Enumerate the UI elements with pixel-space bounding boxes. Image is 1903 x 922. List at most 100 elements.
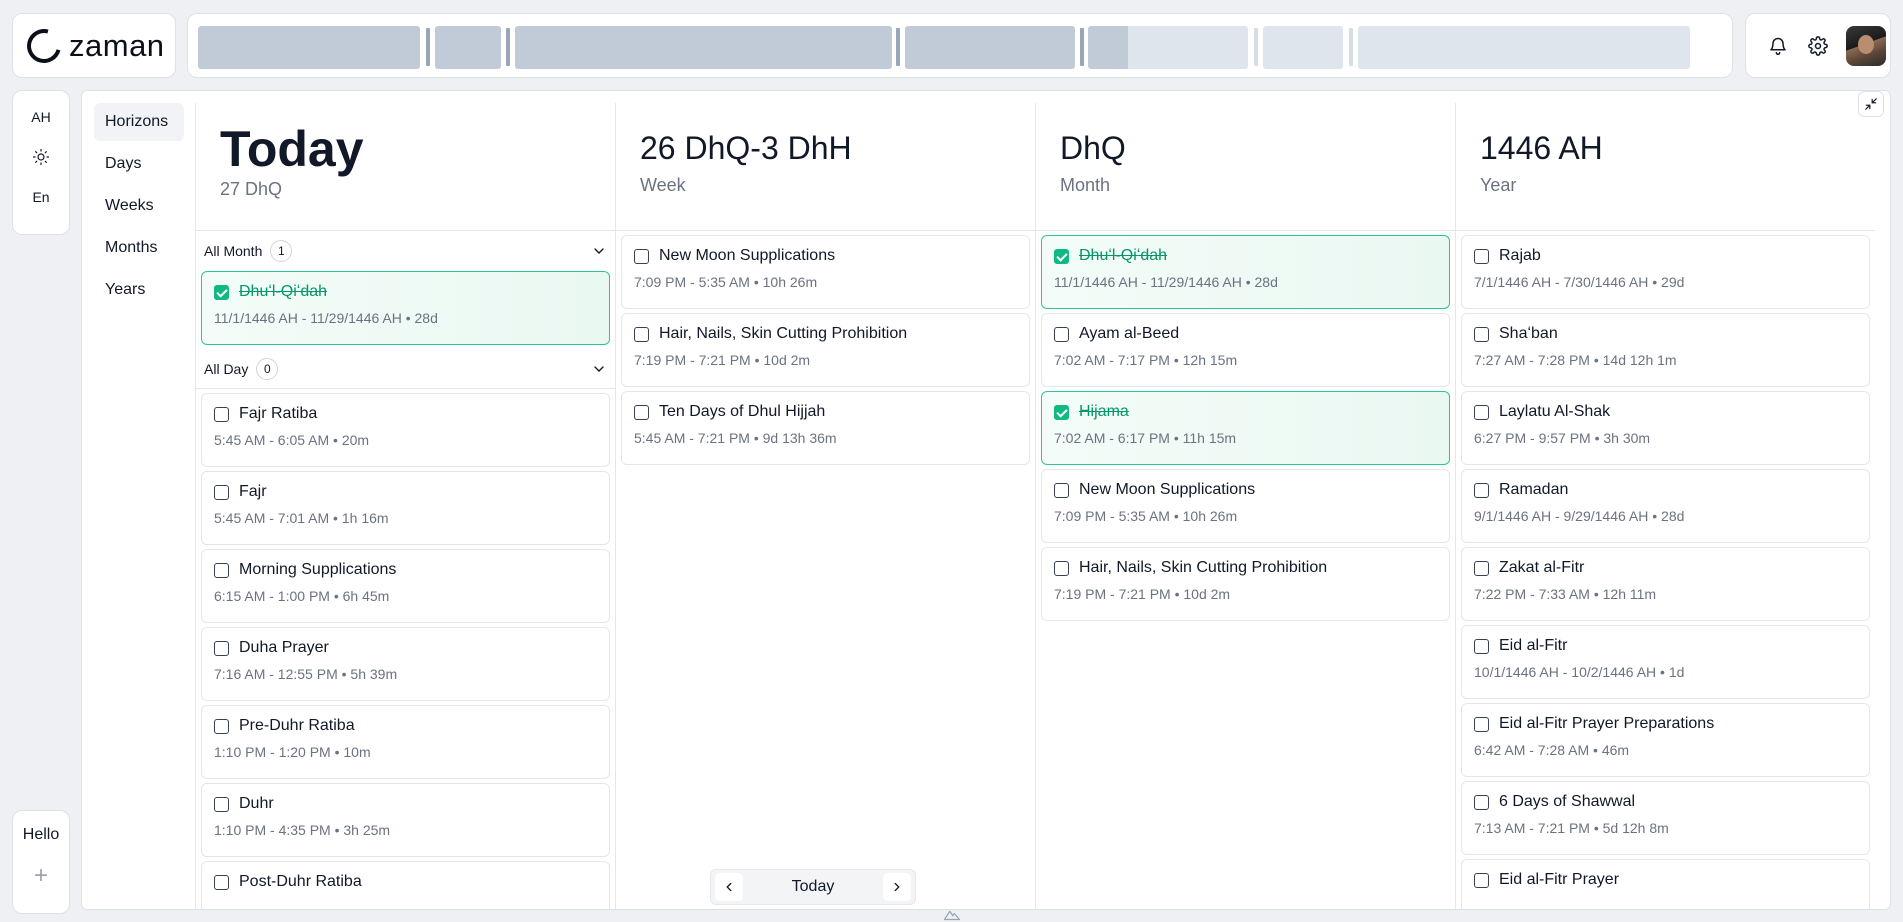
event-checkbox[interactable]	[214, 484, 229, 500]
event-card[interactable]: Hair, Nails, Skin Cutting Prohibition 7:1…	[621, 313, 1030, 387]
timeline-segment[interactable]	[1358, 26, 1690, 69]
event-card[interactable]: New Moon Supplications 7:09 PM - 5:35 AM …	[621, 235, 1030, 309]
event-title: Laylatu Al-Shak	[1499, 403, 1611, 420]
today-title: Today	[220, 121, 364, 177]
header-actions	[1745, 13, 1891, 78]
event-card[interactable]: Morning Supplications 6:15 AM - 1:00 PM •…	[201, 549, 610, 623]
language-toggle[interactable]: En	[32, 185, 49, 209]
event-title: Hijama	[1079, 403, 1129, 420]
event-title: Pre-Duhr Ratiba	[239, 717, 355, 734]
gear-icon[interactable]	[1806, 34, 1830, 58]
nav-item-weeks[interactable]: Weeks	[94, 187, 184, 225]
event-meta: 7:09 PM - 5:35 AM • 10h 26m	[1054, 508, 1238, 524]
event-card[interactable]: Fajr 5:45 AM - 7:01 AM • 1h 16m	[201, 471, 610, 545]
app-logo[interactable]: zaman	[12, 13, 176, 78]
bell-icon[interactable]	[1766, 34, 1790, 58]
chevron-right-icon[interactable]	[882, 873, 911, 901]
chevron-down-icon[interactable]	[591, 361, 607, 377]
event-card[interactable]: Dhuʻl-Qiʻdah 11/1/1446 AH - 11/29/1446 AH…	[1041, 235, 1450, 309]
timeline-segment[interactable]	[435, 26, 501, 69]
event-checkbox[interactable]	[214, 874, 229, 890]
event-card[interactable]: Duhr 1:10 PM - 4:35 PM • 3h 25m	[201, 783, 610, 857]
event-checkbox[interactable]	[634, 248, 649, 264]
timeline-segment[interactable]	[1263, 26, 1343, 69]
event-checkbox[interactable]	[1474, 248, 1489, 264]
event-card[interactable]: Rajab 7/1/1446 AH - 7/30/1446 AH • 29d	[1461, 235, 1870, 309]
event-checkbox[interactable]	[1474, 638, 1489, 654]
timeline-segment[interactable]	[905, 26, 1075, 69]
week-header: 26 DhQ-3 DhH Week	[616, 103, 1035, 231]
event-checkbox[interactable]	[1054, 248, 1069, 264]
week-event-list: New Moon Supplications 7:09 PM - 5:35 AM …	[616, 235, 1035, 465]
event-checkbox[interactable]	[214, 284, 229, 300]
event-checkbox[interactable]	[1474, 872, 1489, 888]
event-checkbox[interactable]	[1054, 404, 1069, 420]
event-card[interactable]: Ramadan 9/1/1446 AH - 9/29/1446 AH • 28d	[1461, 469, 1870, 543]
chevron-left-icon[interactable]	[715, 873, 743, 901]
timeline-bar[interactable]	[187, 13, 1733, 78]
event-card[interactable]: Dhuʻl-Qiʻdah 11/1/1446 AH - 11/29/1446 A…	[201, 271, 610, 345]
event-checkbox[interactable]	[1054, 482, 1069, 498]
event-card[interactable]: Zakat al-Fitr 7:22 PM - 7:33 AM • 12h 11m	[1461, 547, 1870, 621]
timeline-segment[interactable]	[1128, 26, 1248, 69]
nav-item-years[interactable]: Years	[94, 271, 184, 309]
event-checkbox[interactable]	[634, 404, 649, 420]
drawer-handle-icon[interactable]	[940, 907, 964, 922]
event-meta: 7:27 AM - 7:28 PM • 14d 12h 1m	[1474, 352, 1677, 368]
event-checkbox[interactable]	[1054, 326, 1069, 342]
event-card[interactable]: Duha Prayer 7:16 AM - 12:55 PM • 5h 39m	[201, 627, 610, 701]
nav-item-horizons[interactable]: Horizons	[94, 103, 184, 141]
timeline-segment[interactable]	[198, 26, 420, 69]
event-card[interactable]: Eid al-Fitr 10/1/1446 AH - 10/2/1446 AH •…	[1461, 625, 1870, 699]
event-checkbox[interactable]	[214, 640, 229, 656]
event-card[interactable]: Hijama 7:02 AM - 6:17 PM • 11h 15m	[1041, 391, 1450, 465]
event-card[interactable]: 6 Days of Shawwal 7:13 AM - 7:21 PM • 5d …	[1461, 781, 1870, 855]
event-checkbox[interactable]	[634, 326, 649, 342]
event-card[interactable]: Ayam al-Beed 7:02 AM - 7:17 PM • 12h 15m	[1041, 313, 1450, 387]
event-card[interactable]: Eid al-Fitr Prayer Preparations 6:42 AM -…	[1461, 703, 1870, 777]
event-card[interactable]: Shaʻban 7:27 AM - 7:28 PM • 14d 12h 1m	[1461, 313, 1870, 387]
event-card[interactable]: Laylatu Al-Shak 6:27 PM - 9:57 PM • 3h 30…	[1461, 391, 1870, 465]
event-card[interactable]: Pre-Duhr Ratiba 1:10 PM - 1:20 PM • 10m	[201, 705, 610, 779]
event-checkbox[interactable]	[214, 406, 229, 422]
month-event-list: Dhuʻl-Qiʻdah 11/1/1446 AH - 11/29/1446 AH…	[1036, 235, 1455, 621]
event-checkbox[interactable]	[1474, 716, 1489, 732]
calendar-system-toggle[interactable]: AH	[31, 105, 50, 129]
timeline-segment[interactable]	[1088, 26, 1128, 69]
event-card[interactable]: Eid al-Fitr Prayer	[1461, 859, 1870, 909]
add-icon[interactable]: +	[34, 864, 48, 888]
view-nav: Horizons Days Weeks Months Years	[94, 103, 184, 313]
nav-item-days[interactable]: Days	[94, 145, 184, 183]
year-column: 1446 AH Year Rajab 7/1/1446 AH - 7/30/144…	[1455, 103, 1875, 909]
timeline-divider	[1254, 28, 1258, 66]
event-card[interactable]: Hair, Nails, Skin Cutting Prohibition 7:1…	[1041, 547, 1450, 621]
timeline-segment[interactable]	[515, 26, 892, 69]
event-checkbox[interactable]	[214, 718, 229, 734]
event-title: Rajab	[1499, 247, 1541, 264]
today-button[interactable]: Today	[792, 878, 835, 896]
event-card[interactable]: Ten Days of Dhul Hijjah 5:45 AM - 7:21 PM…	[621, 391, 1030, 465]
event-checkbox[interactable]	[1474, 794, 1489, 810]
event-checkbox[interactable]	[214, 562, 229, 578]
event-checkbox[interactable]	[1474, 560, 1489, 576]
month-subtitle: Month	[1060, 175, 1111, 195]
event-card[interactable]: New Moon Supplications 7:09 PM - 5:35 AM …	[1041, 469, 1450, 543]
all-day-section[interactable]: All Day 0	[196, 349, 615, 389]
nav-item-months[interactable]: Months	[94, 229, 184, 267]
all-month-section[interactable]: All Month 1	[196, 231, 615, 271]
event-checkbox[interactable]	[214, 796, 229, 812]
event-checkbox[interactable]	[1474, 326, 1489, 342]
event-meta: 7/1/1446 AH - 7/30/1446 AH • 29d	[1474, 274, 1685, 290]
user-avatar[interactable]	[1846, 25, 1886, 66]
event-meta: 6:15 AM - 1:00 PM • 6h 45m	[214, 588, 390, 604]
event-checkbox[interactable]	[1474, 404, 1489, 420]
event-title: Eid al-Fitr Prayer Preparations	[1499, 715, 1715, 732]
event-title: Ramadan	[1499, 481, 1569, 498]
sun-icon[interactable]	[32, 145, 50, 169]
event-checkbox[interactable]	[1054, 560, 1069, 576]
event-title: Fajr Ratiba	[239, 405, 318, 422]
event-card[interactable]: Fajr Ratiba 5:45 AM - 6:05 AM • 20m	[201, 393, 610, 467]
chevron-down-icon[interactable]	[591, 243, 607, 259]
event-checkbox[interactable]	[1474, 482, 1489, 498]
event-card[interactable]: Post-Duhr Ratiba	[201, 861, 610, 909]
